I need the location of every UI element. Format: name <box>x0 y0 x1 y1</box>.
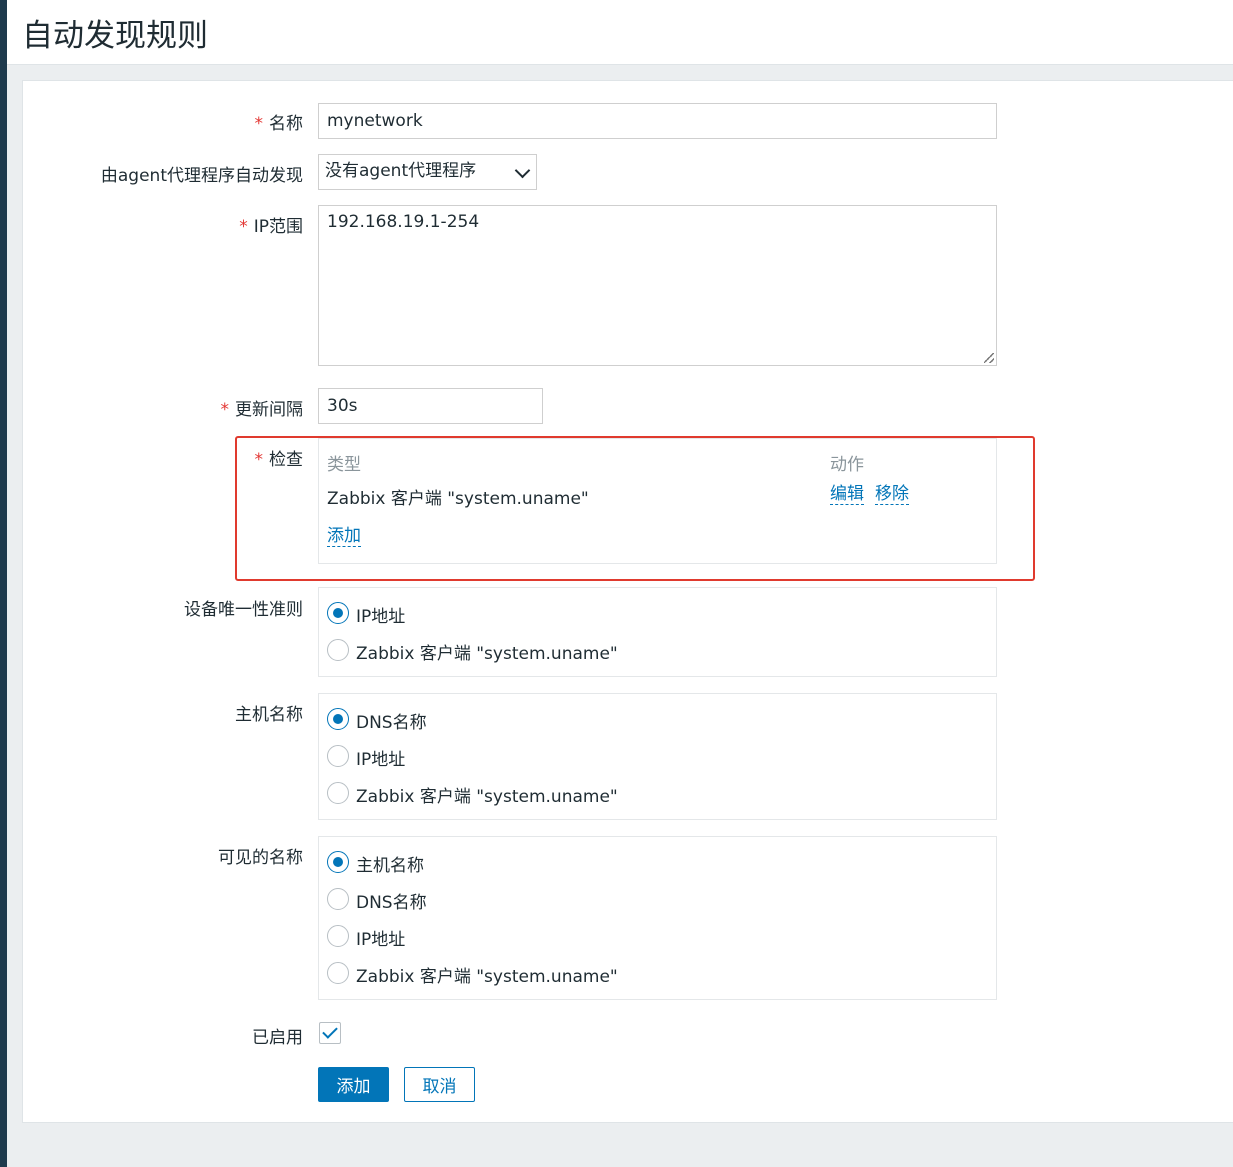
radio-label: IP地址 <box>356 930 406 950</box>
radio-label: Zabbix 客户端 "system.uname" <box>356 787 618 807</box>
radio-label: IP地址 <box>356 607 406 627</box>
discovery-rule-form: *名称 由agent代理程序自动发现 没有agent代理程序 *IP范围 192… <box>22 80 1233 1123</box>
radio-button[interactable] <box>327 639 349 661</box>
radio-label: 主机名称 <box>356 856 424 876</box>
radio-label: DNS名称 <box>356 713 427 733</box>
enabled-checkbox[interactable] <box>319 1022 341 1044</box>
update-interval-input[interactable] <box>318 388 543 424</box>
host-name-label: 主机名称 <box>235 705 303 725</box>
page-title: 自动发现规则 <box>22 18 208 54</box>
radio-button[interactable] <box>327 851 349 873</box>
ip-range-value: 192.168.19.1-254 <box>327 212 480 232</box>
sidebar-strip <box>0 0 7 1167</box>
resize-grip-icon[interactable] <box>984 353 994 363</box>
visible-name-radio-group: 主机名称 DNS名称 IP地址 Zabbix 客户端 "system.uname… <box>318 836 997 1000</box>
page-header: 自动发现规则 <box>7 0 1233 65</box>
radio-button[interactable] <box>327 925 349 947</box>
name-label: * 名称 <box>254 114 304 134</box>
required-mark: * <box>220 400 230 420</box>
host-name-radio-group: DNS名称 IP地址 Zabbix 客户端 "system.uname" <box>318 693 997 820</box>
cancel-button[interactable]: 取消 <box>404 1067 475 1102</box>
radio-label: Zabbix 客户端 "system.uname" <box>356 644 618 664</box>
proxy-select[interactable]: 没有agent代理程序 <box>318 154 537 190</box>
highlight-frame <box>235 436 1035 581</box>
radio-label: IP地址 <box>356 750 406 770</box>
proxy-select-value: 没有agent代理程序 <box>325 161 477 181</box>
add-button[interactable]: 添加 <box>318 1067 389 1102</box>
radio-button[interactable] <box>327 962 349 984</box>
uniqueness-radio-group: IP地址 Zabbix 客户端 "system.uname" <box>318 587 997 677</box>
ip-range-textarea[interactable]: 192.168.19.1-254 <box>318 205 997 366</box>
uniqueness-label: 设备唯一性准则 <box>184 600 303 620</box>
radio-button[interactable] <box>327 745 349 767</box>
radio-button[interactable] <box>327 602 349 624</box>
update-interval-label: * 更新间隔 <box>220 400 304 420</box>
radio-button[interactable] <box>327 888 349 910</box>
visible-name-label: 可见的名称 <box>218 848 303 868</box>
chevron-down-icon <box>514 162 531 179</box>
enabled-label: 已启用 <box>252 1028 303 1048</box>
radio-label: DNS名称 <box>356 893 427 913</box>
required-mark: * <box>239 217 248 237</box>
radio-button[interactable] <box>327 708 349 730</box>
required-mark: * <box>254 114 264 134</box>
radio-button[interactable] <box>327 782 349 804</box>
radio-label: Zabbix 客户端 "system.uname" <box>356 967 618 987</box>
proxy-label: 由agent代理程序自动发现 <box>100 166 303 186</box>
name-input[interactable] <box>318 103 997 139</box>
ip-range-label: * IP范围 <box>239 217 303 237</box>
